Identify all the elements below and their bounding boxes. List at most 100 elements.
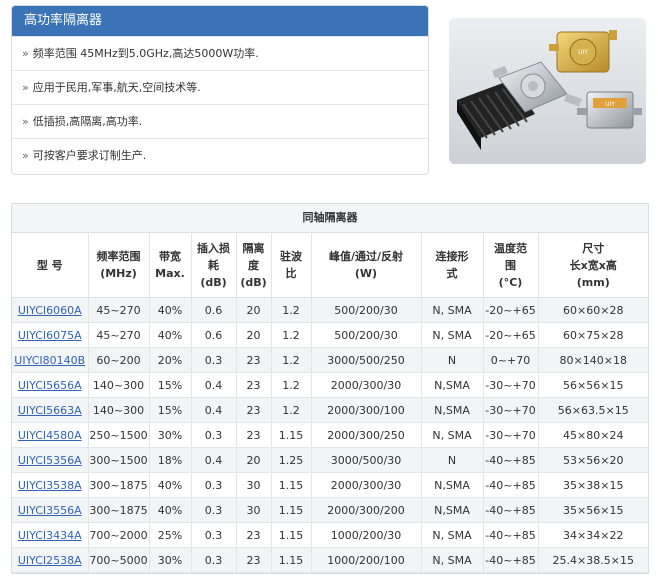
table-cell: 34×34×22 bbox=[538, 522, 648, 548]
table-cell: 140~300 bbox=[88, 372, 150, 398]
table-row: UIYCI5356A 300~1500 18% 0.4 20 1.25 3000/500/3… bbox=[12, 447, 648, 473]
table-cell: 23 bbox=[236, 422, 272, 448]
table-cell: N, SMA bbox=[421, 297, 484, 323]
column-header-text: 温度范 bbox=[494, 241, 527, 255]
table-cell: 2000/300/30 bbox=[311, 472, 422, 498]
table-cell: 0.6 bbox=[191, 297, 237, 323]
table-cell: 2000/300/30 bbox=[311, 372, 422, 398]
model-link[interactable]: UIYCI3434A bbox=[12, 522, 89, 548]
table-row: UIYCI6075A 45~270 40% 0.6 20 1.2 500/200/30 N, … bbox=[12, 322, 648, 348]
column-header-text: (dB) bbox=[240, 275, 267, 289]
feature-text: 低插损,高隔离,高功率. bbox=[32, 115, 143, 128]
table-cell: -40~+85 bbox=[483, 447, 539, 473]
model-link[interactable]: UIYCI5656A bbox=[12, 372, 89, 398]
table-cell: 15% bbox=[149, 372, 192, 398]
table-cell: N, SMA bbox=[421, 422, 484, 448]
panel-title: 高功率隔离器 bbox=[12, 6, 428, 36]
table-cell: 1.15 bbox=[271, 497, 312, 523]
table-cell: 2000/300/200 bbox=[311, 497, 422, 523]
table-cell: 20 bbox=[236, 297, 272, 323]
table-cell: 0.3 bbox=[191, 422, 237, 448]
column-header-text: 频率范围 bbox=[96, 250, 141, 263]
table-cell: 3000/500/250 bbox=[311, 347, 422, 373]
table-cell: 56×63.5×15 bbox=[538, 397, 648, 423]
column-header: 连接形式 bbox=[421, 233, 484, 298]
model-link[interactable]: UIYCI6075A bbox=[12, 322, 89, 348]
table-cell: 0.3 bbox=[191, 547, 237, 573]
table-cell: 300~1875 bbox=[88, 497, 150, 523]
model-link[interactable]: UIYCI4580A bbox=[12, 422, 89, 448]
table-cell: 0.3 bbox=[191, 497, 237, 523]
table-cell: 1.15 bbox=[271, 422, 312, 448]
table-cell: -30~+70 bbox=[483, 422, 539, 448]
column-header-text: 耗 bbox=[208, 258, 219, 272]
table-cell: 40% bbox=[149, 472, 192, 498]
table-cell: 0~+70 bbox=[483, 347, 539, 373]
table-cell: 40% bbox=[149, 497, 192, 523]
column-header-text: 带宽 bbox=[159, 250, 181, 263]
table-body: UIYCI6060A 45~270 40% 0.6 20 1.2 500/200/30 N, … bbox=[12, 297, 648, 573]
table-cell: 35×56×15 bbox=[538, 497, 648, 523]
table-cell: 20% bbox=[149, 347, 192, 373]
table-row: UIYCI3538A 300~1875 40% 0.3 30 1.15 2000/300/3… bbox=[12, 472, 648, 498]
table-cell: 25% bbox=[149, 522, 192, 548]
table-cell: -20~+65 bbox=[483, 297, 539, 323]
feature-item: » 可按客户要求订制生产. bbox=[12, 138, 428, 172]
model-link[interactable]: UIYCI5356A bbox=[12, 447, 89, 473]
feature-item: » 应用于民用,军事,航天,空间技术等. bbox=[12, 70, 428, 104]
table-cell: 250~1500 bbox=[88, 422, 150, 448]
column-header: 峰值/通过/反射 (W) bbox=[311, 233, 422, 298]
table-cell: 500/200/30 bbox=[311, 297, 422, 323]
table-header-row: 型 号频率范围 (MHz) 带宽 Max. 插入损耗 (dB) 隔离度 (dB) 驻波比峰值/通… bbox=[12, 233, 648, 298]
column-header-text: 型 号 bbox=[36, 258, 63, 272]
table-cell: 60×75×28 bbox=[538, 322, 648, 348]
table-cell: 2000/300/250 bbox=[311, 422, 422, 448]
isolator-table-section: 同轴隔离器 型 号 频率范围 (MHz) 带宽 Max. 插入损耗 (dB) 隔离度 (dB) 驻… bbox=[11, 203, 649, 574]
table-cell: 23 bbox=[236, 522, 272, 548]
table-cell: 23 bbox=[236, 372, 272, 398]
column-header: 驻波比 bbox=[271, 233, 312, 298]
model-link[interactable]: UIYCI3556A bbox=[12, 497, 89, 523]
column-header-text: 式 bbox=[446, 267, 458, 280]
table-cell: 56×56×15 bbox=[538, 372, 648, 398]
table-row: UIYCI80140B 60~200 20% 0.3 23 1.2 3000/500/250… bbox=[12, 347, 648, 373]
column-header-text: 尺寸 bbox=[582, 241, 605, 255]
isolator-spec-table: 型 号频率范围 (MHz) 带宽 Max. 插入损耗 (dB) 隔离度 (dB) 驻波比峰值/通… bbox=[12, 233, 648, 573]
table-cell: N, SMA bbox=[421, 547, 484, 573]
model-link[interactable]: UIYCI2538A bbox=[12, 547, 89, 573]
column-header-text: 度 bbox=[248, 258, 259, 272]
column-header: 频率范围 (MHz) bbox=[88, 233, 150, 298]
model-link[interactable]: UIYCI5663A bbox=[12, 397, 89, 423]
table-cell: N bbox=[421, 447, 484, 473]
table-cell: 45~270 bbox=[88, 297, 150, 323]
table-cell: N,SMA bbox=[421, 372, 484, 398]
table-cell: 1.25 bbox=[271, 447, 312, 473]
table-cell: 0.3 bbox=[191, 522, 237, 548]
table-cell: 140~300 bbox=[88, 397, 150, 423]
model-link[interactable]: UIYCI80140B bbox=[12, 347, 89, 373]
column-header: 插入损耗 (dB) bbox=[191, 233, 237, 298]
table-cell: 23 bbox=[236, 347, 272, 373]
table-cell: N,SMA bbox=[421, 497, 484, 523]
table-cell: 60×60×28 bbox=[538, 297, 648, 323]
table-cell: 1.15 bbox=[271, 547, 312, 573]
table-cell: 23 bbox=[236, 397, 272, 423]
table-cell: 1.2 bbox=[271, 347, 312, 373]
column-header-text: 围 bbox=[505, 258, 516, 272]
table-cell: 20 bbox=[236, 322, 272, 348]
table-cell: 300~1875 bbox=[88, 472, 150, 498]
table-row: UIYCI5663A 140~300 15% 0.4 23 1.2 2000/300/100… bbox=[12, 397, 648, 423]
chevron-right-icon: » bbox=[22, 149, 29, 162]
table-cell: 1.2 bbox=[271, 322, 312, 348]
table-cell: 40% bbox=[149, 322, 192, 348]
table-cell: 1.15 bbox=[271, 472, 312, 498]
model-link[interactable]: UIYCI3538A bbox=[12, 472, 89, 498]
chevron-right-icon: » bbox=[22, 47, 29, 60]
feature-text: 应用于民用,军事,航天,空间技术等. bbox=[32, 81, 201, 94]
column-header: 温度范围 (°C) bbox=[483, 233, 539, 298]
table-cell: -40~+85 bbox=[483, 522, 539, 548]
model-link[interactable]: UIYCI6060A bbox=[12, 297, 89, 323]
table-cell: 0.4 bbox=[191, 447, 237, 473]
table-cell: 2000/300/100 bbox=[311, 397, 422, 423]
table-row: UIYCI6060A 45~270 40% 0.6 20 1.2 500/200/30 N, … bbox=[12, 297, 648, 323]
